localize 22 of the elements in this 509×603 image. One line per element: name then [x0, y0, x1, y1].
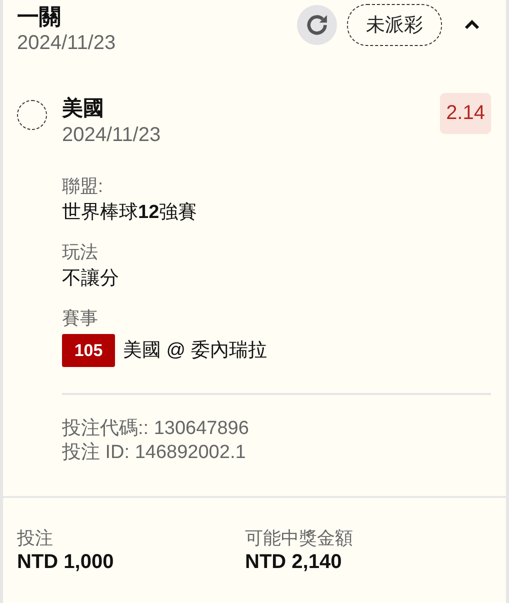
bet-code: 投注代碼:: 130647896 — [62, 417, 250, 441]
summary-value: NTD 2,140 — [245, 550, 343, 574]
bet-code: 投注 ID: 146892002.1 — [62, 441, 247, 465]
match-name: 美國 @ 委內瑞拉 — [123, 338, 267, 362]
status-badge: 未派彩 — [347, 4, 442, 46]
selection-circle-icon — [17, 100, 47, 130]
caret-icon — [464, 19, 480, 31]
detail-label: 聯盟: — [62, 175, 104, 198]
summary-label: 可能中獎金額 — [245, 527, 354, 550]
summary-value: NTD 1,000 — [17, 550, 115, 574]
bet-date: 2024/11/23 — [17, 31, 116, 55]
refresh-button[interactable] — [297, 5, 337, 45]
odds-value: 2.14 — [440, 93, 491, 134]
team-name: 美國 — [62, 96, 105, 122]
event-number: 105 — [62, 334, 115, 367]
summary-label: 投注 — [17, 527, 54, 550]
detail-label: 玩法 — [62, 241, 99, 264]
selection-date: 2024/11/23 — [62, 123, 161, 147]
detail-label: 賽事 — [62, 307, 99, 330]
detail-value: 世界棒球12強賽 — [62, 201, 198, 225]
bet-title: 一關 — [17, 3, 62, 31]
detail-value: 不讓分 — [62, 267, 120, 291]
